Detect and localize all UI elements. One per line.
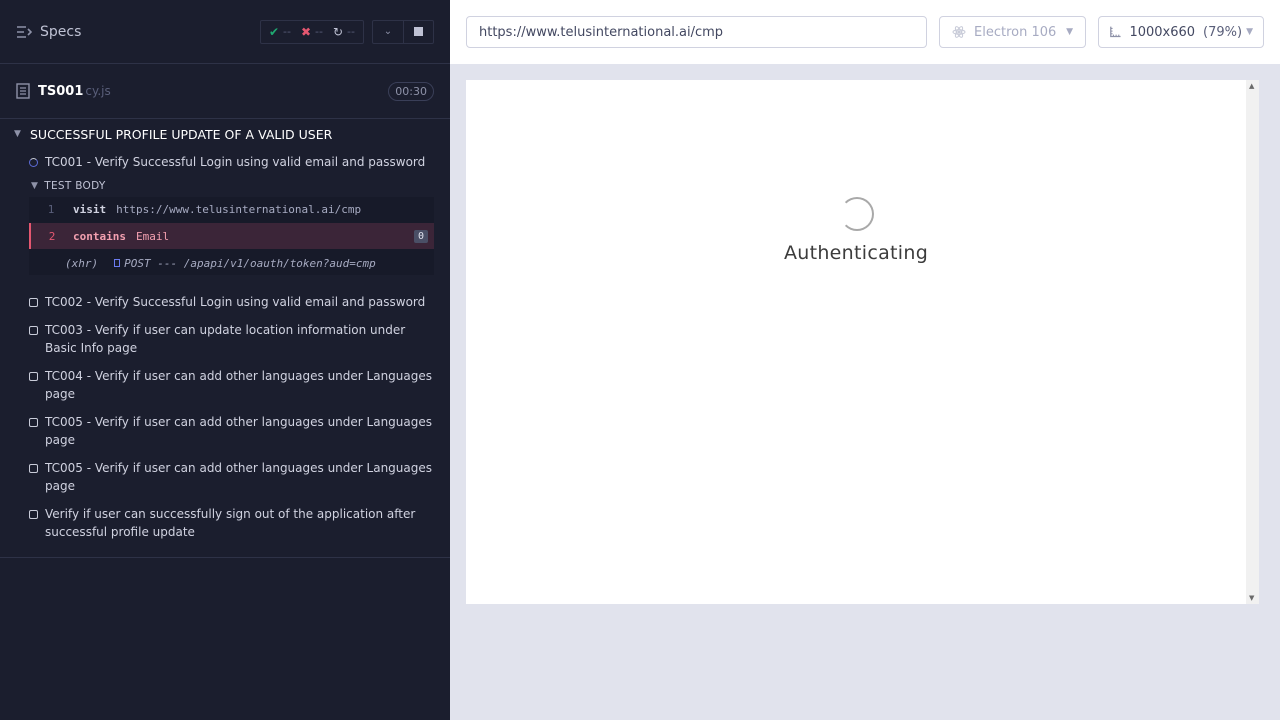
command-message: POST --- /apapi/v1/oauth/token?aud=cmp xyxy=(124,256,376,270)
scroll-down-icon[interactable]: ▼ xyxy=(1249,594,1254,602)
suite-title-row[interactable]: ▼ SUCCESSFUL PROFILE UPDATE OF A VALID U… xyxy=(0,119,450,149)
specs-label: Specs xyxy=(40,23,82,40)
command-message: https://www.telusinternational.ai/cmp xyxy=(116,202,362,216)
check-icon: ✔ xyxy=(268,24,280,39)
reporter-header: Specs ✔ -- ✖ -- ↻ -- ⌄ xyxy=(0,0,450,64)
reporter-panel: Specs ✔ -- ✖ -- ↻ -- ⌄ TS001 cy.js 00:30 ▼ … xyxy=(0,0,450,720)
test-body-toggle[interactable]: ▼ TEST BODY xyxy=(0,175,450,197)
spec-row: TS001 cy.js 00:30 xyxy=(0,64,450,119)
pending-icon xyxy=(29,510,38,519)
test-item[interactable]: TC002 - Verify Successful Login using va… xyxy=(0,289,450,311)
test-item[interactable]: TC004 - Verify if user can add other lan… xyxy=(0,357,450,403)
stop-button[interactable] xyxy=(403,20,433,43)
command-log: 1 visit https://www.telusinternational.a… xyxy=(29,197,434,275)
request-icon xyxy=(114,259,121,267)
test-item[interactable]: Verify if user can successfully sign out… xyxy=(0,495,450,541)
test-title: TC002 - Verify Successful Login using va… xyxy=(45,295,426,309)
stop-icon xyxy=(414,27,423,36)
pending-icon xyxy=(29,464,38,473)
test-title: TC005 - Verify if user can add other lan… xyxy=(45,415,433,447)
document-icon xyxy=(16,83,30,99)
element-count-badge: 0 xyxy=(413,229,428,243)
spec-extension: cy.js xyxy=(85,84,111,98)
chevron-down-icon: ⌄ xyxy=(383,26,393,37)
specs-toggle-button[interactable]: Specs xyxy=(16,24,81,40)
chevron-down-icon: ▼ xyxy=(14,129,21,139)
command-message: Email xyxy=(135,229,170,243)
test-title: Verify if user can successfully sign out… xyxy=(45,507,416,539)
list-icon xyxy=(17,25,32,38)
command-number: 1 xyxy=(47,202,55,216)
viewport-info[interactable]: 1000x660 (79%) ▼ xyxy=(1098,16,1264,48)
scroll-up-icon[interactable]: ▲ xyxy=(1249,82,1254,90)
electron-icon xyxy=(952,26,966,38)
aut-panel: https://www.telusinternational.ai/cmp El… xyxy=(450,0,1280,720)
divider xyxy=(0,557,450,558)
test-title: TC004 - Verify if user can add other lan… xyxy=(45,369,433,401)
test-item[interactable]: TC005 - Verify if user can add other lan… xyxy=(0,403,450,449)
run-controls: ⌄ xyxy=(372,19,434,44)
pending-icon xyxy=(29,298,38,307)
frame-scrollbar[interactable]: ▲ ▼ xyxy=(1246,80,1259,604)
url-text: https://www.telusinternational.ai/cmp xyxy=(479,24,724,40)
test-title: TC005 - Verify if user can add other lan… xyxy=(45,461,433,493)
pending-icon xyxy=(29,418,38,427)
pending-icon xyxy=(29,372,38,381)
app-under-test-frame[interactable]: Authenticating ▲ ▼ xyxy=(466,80,1259,604)
test-title: TC003 - Verify if user can update locati… xyxy=(45,323,406,355)
command-row-failed[interactable]: 2 contains Email 0 xyxy=(29,223,434,249)
toggle-auto-scroll-button[interactable]: ⌄ xyxy=(373,21,403,43)
browser-selector[interactable]: Electron 106 ▼ xyxy=(939,16,1086,48)
passed-stat: ✔ -- xyxy=(268,24,291,39)
ruler-icon xyxy=(1110,26,1121,38)
chevron-down-icon: ▼ xyxy=(31,181,39,191)
chevron-down-icon: ▼ xyxy=(1246,27,1253,37)
spec-name[interactable]: TS001 xyxy=(38,84,83,99)
suite-title: SUCCESSFUL PROFILE UPDATE OF A VALID USE… xyxy=(30,126,333,142)
failed-stat: ✖ -- xyxy=(300,24,323,39)
spinner-icon: ↻ xyxy=(332,24,344,39)
command-name: contains xyxy=(73,229,126,243)
viewport-zoom: (79%) xyxy=(1203,24,1243,40)
command-number: 2 xyxy=(48,229,56,243)
test-stats: ✔ -- ✖ -- ↻ -- xyxy=(259,19,364,44)
aut-toolbar: https://www.telusinternational.ai/cmp El… xyxy=(450,0,1280,64)
chevron-down-icon: ▼ xyxy=(1066,27,1073,37)
command-row[interactable]: 1 visit https://www.telusinternational.a… xyxy=(29,197,434,221)
test-item[interactable]: TC001 - Verify Successful Login using va… xyxy=(0,149,450,171)
browser-label: Electron 106 xyxy=(974,24,1057,40)
test-item[interactable]: TC003 - Verify if user can update locati… xyxy=(0,311,450,357)
url-bar[interactable]: https://www.telusinternational.ai/cmp xyxy=(466,16,927,48)
loading-spinner-icon xyxy=(840,197,874,231)
spec-duration: 00:30 xyxy=(388,81,434,101)
command-name: (xhr) xyxy=(65,256,99,270)
command-name: visit xyxy=(73,202,107,216)
test-body-label: TEST BODY xyxy=(44,180,106,192)
xhr-row[interactable]: (xhr) POST --- /apapi/v1/oauth/token?aud… xyxy=(29,251,434,275)
x-icon: ✖ xyxy=(300,24,312,39)
running-icon xyxy=(29,158,38,167)
pending-icon xyxy=(29,326,38,335)
test-item[interactable]: TC005 - Verify if user can add other lan… xyxy=(0,449,450,495)
viewport-size: 1000x660 xyxy=(1129,24,1196,40)
authenticating-text: Authenticating xyxy=(783,242,929,264)
pending-stat: ↻ -- xyxy=(332,24,355,39)
test-title: TC001 - Verify Successful Login using va… xyxy=(45,155,426,169)
